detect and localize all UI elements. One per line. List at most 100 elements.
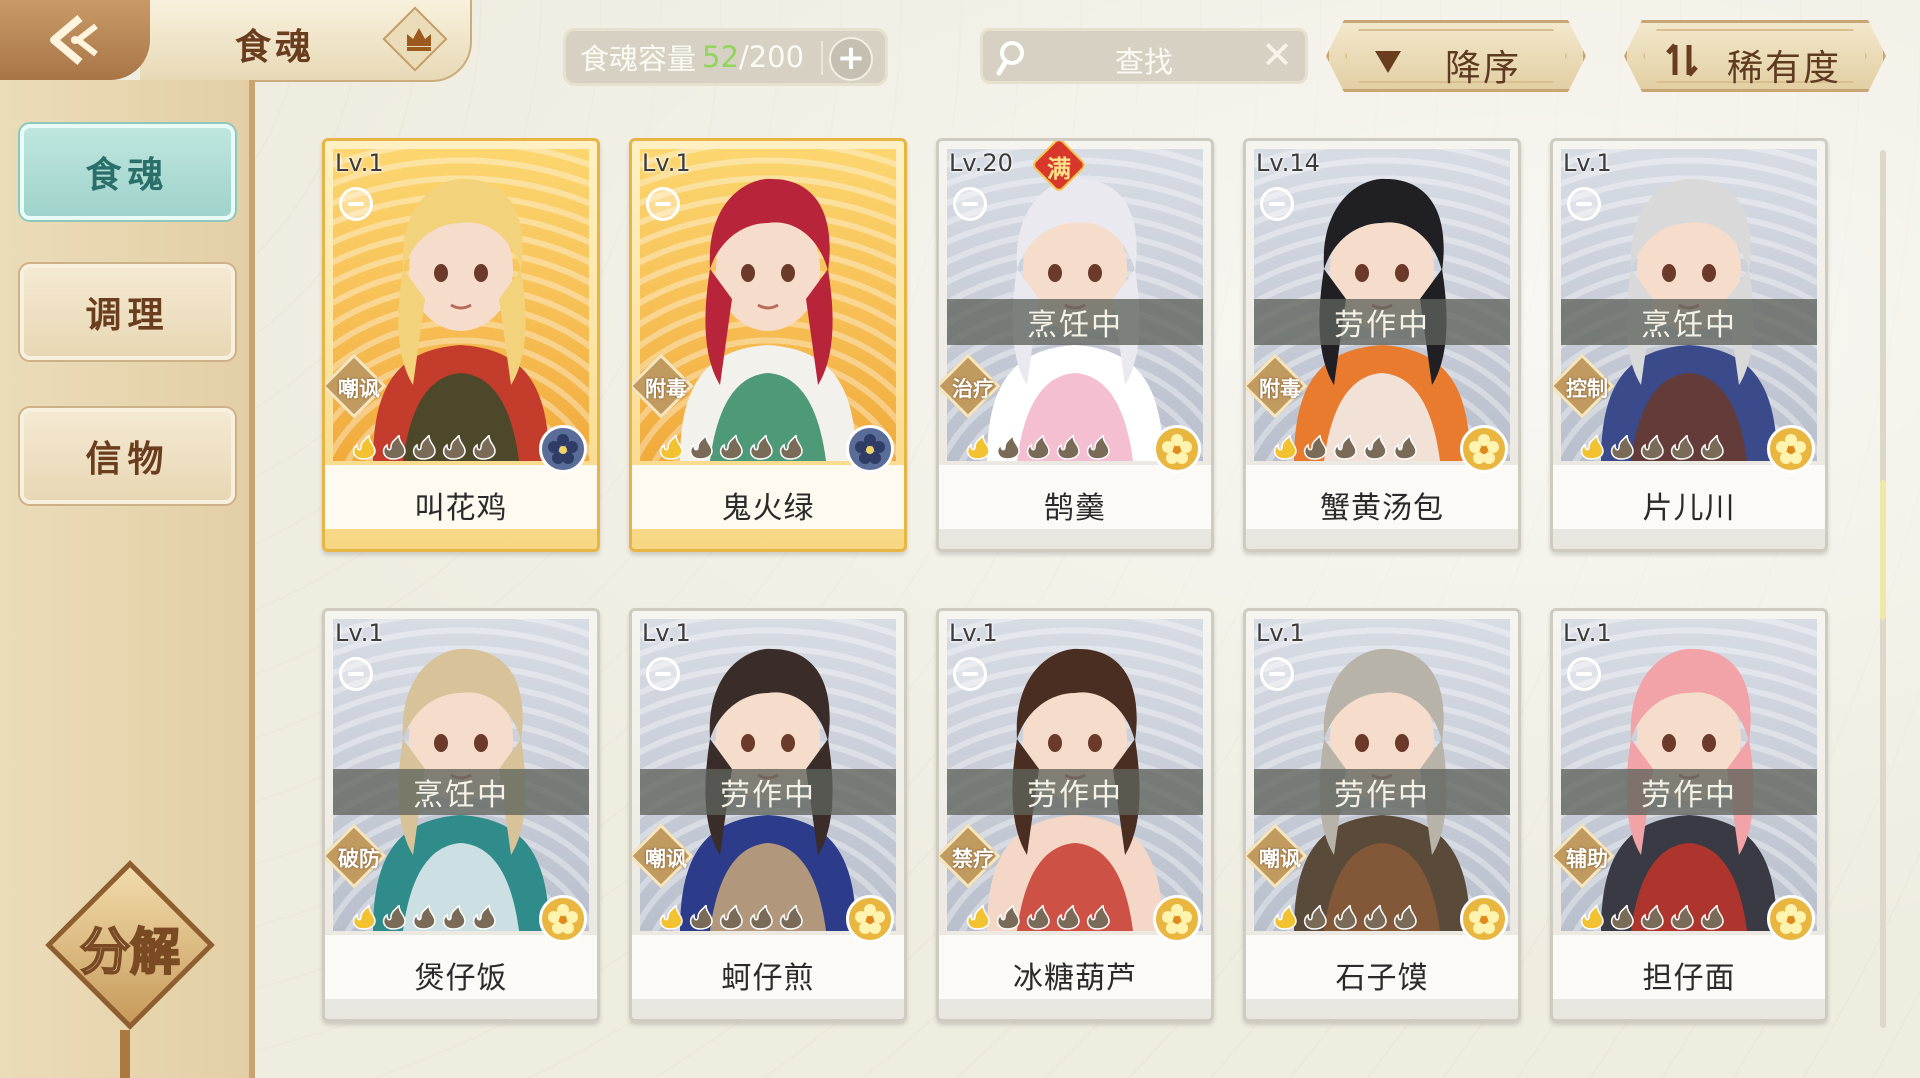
rarity-flame-icon <box>749 435 773 460</box>
level-label: Lv.20 <box>949 149 1013 177</box>
bowl-icon <box>1567 187 1601 221</box>
rarity-flame-icon <box>719 905 743 930</box>
search-input[interactable]: 查找 ✕ <box>980 28 1308 84</box>
element-flower-icon <box>1153 425 1201 473</box>
level-label: Lv.1 <box>1256 619 1305 647</box>
back-button[interactable] <box>0 0 150 80</box>
flower-icon <box>1162 434 1192 464</box>
rarity-flame-icon <box>1086 435 1110 460</box>
clear-search-icon[interactable]: ✕ <box>1261 33 1293 77</box>
bowl-icon <box>953 657 987 691</box>
tab-tokens[interactable]: 信物 <box>20 408 235 504</box>
level-label: Lv.1 <box>335 149 384 177</box>
food-soul-name: 叫花鸡 <box>414 491 508 526</box>
sort-order-label: 降序 <box>1445 48 1522 89</box>
role-label: 嘲讽 <box>338 377 380 401</box>
role-label: 控制 <box>1566 377 1608 401</box>
rarity-flame-icon <box>689 435 713 460</box>
status-banner: 劳作中 <box>1561 769 1817 815</box>
flower-icon <box>1469 904 1499 934</box>
sort-order-button[interactable]: 降序 <box>1326 20 1586 92</box>
food-soul-name: 石子馍 <box>1335 961 1429 996</box>
food-soul-card[interactable]: Lv.1 劳作中 嘲讽 石子馍 <box>1243 608 1521 1022</box>
rarity-flame-icon <box>996 905 1020 930</box>
decompose-button[interactable]: 分解 <box>45 860 215 1030</box>
rarity-flame-icon <box>1086 905 1110 930</box>
rarity-flame-icon <box>1670 905 1694 930</box>
element-flower-icon <box>846 895 894 943</box>
bowl-icon <box>339 657 373 691</box>
bowl-icon <box>1567 657 1601 691</box>
tassel-ornament <box>120 1030 130 1078</box>
role-label: 附毒 <box>1259 377 1301 401</box>
food-soul-card[interactable]: Lv.1 劳作中 辅助 担仔面 <box>1550 608 1828 1022</box>
food-soul-name: 担仔面 <box>1642 961 1736 996</box>
bowl-icon <box>646 657 680 691</box>
food-soul-card[interactable]: Lv.1 附毒 鬼火绿 <box>629 138 907 552</box>
flower-icon <box>1469 434 1499 464</box>
level-label: Lv.1 <box>335 619 384 647</box>
rarity-flame-icon <box>1273 905 1297 930</box>
flower-icon <box>855 904 885 934</box>
rarity-flame-icon <box>1670 435 1694 460</box>
food-soul-card[interactable]: Lv.1 烹饪中 破防 煲仔饭 <box>322 608 600 1022</box>
rarity-flames <box>963 905 1111 931</box>
rarity-flame-icon <box>412 435 436 460</box>
capacity-divider <box>821 41 823 75</box>
rarity-flame-icon <box>1056 435 1080 460</box>
rarity-flames <box>1577 435 1725 461</box>
rarity-flame-icon <box>1333 905 1357 930</box>
level-label: Lv.1 <box>949 619 998 647</box>
status-banner: 劳作中 <box>1254 299 1510 345</box>
tab-food-souls-label: 食魂 <box>85 154 170 196</box>
food-soul-card[interactable]: Lv.1 嘲讽 叫花鸡 <box>322 138 600 552</box>
rarity-flame-icon <box>689 905 713 930</box>
food-soul-card[interactable]: Lv.20 满 烹饪中 治疗 鹄羹 <box>936 138 1214 552</box>
scrollbar[interactable] <box>1880 150 1886 1028</box>
rarity-flame-icon <box>1303 905 1327 930</box>
role-label: 破防 <box>338 847 380 871</box>
tab-seasoning[interactable]: 调理 <box>20 264 235 360</box>
rarity-flame-icon <box>412 905 436 930</box>
rarity-flames <box>656 905 804 931</box>
sort-key-button[interactable]: 稀有度 <box>1624 20 1886 92</box>
rarity-flame-icon <box>1026 905 1050 930</box>
flower-icon <box>1776 434 1806 464</box>
bowl-icon <box>1260 187 1294 221</box>
bowl-icon <box>953 187 987 221</box>
level-label: Lv.1 <box>1563 149 1612 177</box>
food-soul-card[interactable]: Lv.14 劳作中 附毒 蟹黄汤包 <box>1243 138 1521 552</box>
role-label: 辅助 <box>1566 847 1608 871</box>
rarity-flame-icon <box>966 435 990 460</box>
rarity-flames <box>349 905 497 931</box>
status-banner: 烹饪中 <box>947 299 1203 345</box>
food-soul-name: 煲仔饭 <box>414 961 508 996</box>
food-soul-grid: Lv.1 嘲讽 叫花鸡 Lv.1 附毒 鬼火绿 Lv.20 满 烹饪中 治疗 鹄… <box>322 138 1828 1022</box>
role-label: 嘲讽 <box>1259 847 1301 871</box>
status-banner: 劳作中 <box>947 769 1203 815</box>
sort-toggle-icon <box>1663 41 1701 79</box>
bowl-icon <box>1260 657 1294 691</box>
rarity-flames <box>1270 905 1418 931</box>
rarity-flame-icon <box>382 905 406 930</box>
rarity-flame-icon <box>382 435 406 460</box>
food-soul-name: 片儿川 <box>1642 491 1736 526</box>
expand-capacity-button[interactable]: + <box>829 37 873 81</box>
rarity-flame-icon <box>1393 905 1417 930</box>
rarity-flames <box>963 435 1111 461</box>
rarity-flame-icon <box>1640 905 1664 930</box>
tab-food-souls[interactable]: 食魂 <box>20 124 235 220</box>
food-soul-card[interactable]: Lv.1 烹饪中 控制 片儿川 <box>1550 138 1828 552</box>
scrollbar-thumb[interactable] <box>1880 480 1886 620</box>
rarity-flame-icon <box>1273 435 1297 460</box>
level-label: Lv.14 <box>1256 149 1320 177</box>
flower-icon <box>548 434 578 464</box>
rarity-flame-icon <box>659 435 683 460</box>
rarity-flame-icon <box>1303 435 1327 460</box>
rarity-flame-icon <box>442 905 466 930</box>
element-flower-icon <box>539 425 587 473</box>
rarity-flame-icon <box>1580 435 1604 460</box>
food-soul-card[interactable]: Lv.1 劳作中 禁疗 冰糖葫芦 <box>936 608 1214 1022</box>
role-label: 附毒 <box>645 377 687 401</box>
food-soul-card[interactable]: Lv.1 劳作中 嘲讽 蚵仔煎 <box>629 608 907 1022</box>
